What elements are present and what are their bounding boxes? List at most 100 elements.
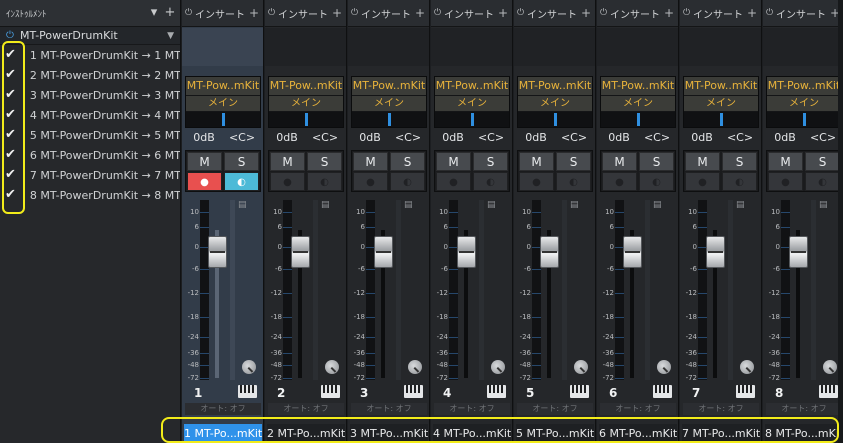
gain-value[interactable]: 0dB	[434, 130, 472, 146]
power-icon[interactable]: ⏻	[351, 8, 361, 18]
keyboard-icon[interactable]	[404, 385, 423, 398]
power-icon[interactable]: ⏻	[6, 30, 20, 41]
output-selector[interactable]: メイン	[186, 96, 260, 111]
pan-slider[interactable]	[684, 112, 758, 127]
record-arm-button[interactable]: ●	[685, 172, 720, 191]
pan-knob-icon[interactable]	[740, 360, 754, 374]
gain-value[interactable]: 0dB	[683, 130, 721, 146]
input-selector[interactable]: MT-Pow..mKit	[767, 77, 841, 95]
channel-name[interactable]: 8 MT-Po...mKit	[765, 424, 843, 443]
pan-value[interactable]: <C>	[223, 130, 261, 146]
output-selector[interactable]: メイン	[518, 96, 592, 111]
volume-fader-handle[interactable]	[374, 236, 393, 268]
pan-value[interactable]: <C>	[638, 130, 676, 146]
keyboard-icon[interactable]	[321, 385, 340, 398]
mute-button[interactable]: M	[768, 152, 803, 171]
channel-name[interactable]: 3 MT-Po...mKit	[350, 424, 428, 443]
automation-mode[interactable]: オート: オフ	[766, 403, 842, 415]
input-selector[interactable]: MT-Pow..mKit	[186, 77, 260, 95]
gain-value[interactable]: 0dB	[185, 130, 223, 146]
insert-slot-area[interactable]	[431, 28, 512, 66]
record-arm-button[interactable]: ●	[436, 172, 471, 191]
monitor-button[interactable]: ◐	[473, 172, 508, 191]
pan-knob-icon[interactable]	[823, 360, 837, 374]
gain-value[interactable]: 0dB	[600, 130, 638, 146]
checkmark-icon[interactable]: ✔	[5, 68, 16, 82]
insert-slot-area[interactable]	[680, 28, 761, 66]
output-row[interactable]: ✔ 7 MT-PowerDrumKit → 7 MT	[0, 165, 180, 185]
add-insert-icon[interactable]: +	[747, 6, 757, 20]
input-selector[interactable]: MT-Pow..mKit	[435, 77, 509, 95]
solo-button[interactable]: S	[473, 152, 508, 171]
input-selector[interactable]: MT-Pow..mKit	[518, 77, 592, 95]
power-icon[interactable]: ⏻	[185, 8, 195, 18]
record-arm-button[interactable]: ●	[353, 172, 388, 191]
input-selector[interactable]: MT-Pow..mKit	[684, 77, 758, 95]
insert-slot-area[interactable]	[265, 28, 346, 66]
channel-name[interactable]: 6 MT-Po...mKit	[599, 424, 677, 443]
insert-slot-area[interactable]	[763, 28, 843, 66]
checkmark-icon[interactable]: ✔	[5, 48, 16, 62]
output-selector[interactable]: メイン	[269, 96, 343, 111]
automation-mode[interactable]: オート: オフ	[517, 403, 593, 415]
pan-knob-icon[interactable]	[574, 360, 588, 374]
automation-mode[interactable]: オート: オフ	[185, 403, 261, 415]
add-insert-icon[interactable]: +	[415, 6, 425, 20]
keyboard-icon[interactable]	[487, 385, 506, 398]
gain-value[interactable]: 0dB	[351, 130, 389, 146]
record-arm-button[interactable]: ●	[768, 172, 803, 191]
volume-fader-handle[interactable]	[208, 236, 227, 268]
expand-grid-icon[interactable]: ▤	[653, 200, 664, 210]
power-icon[interactable]: ⏻	[517, 8, 527, 18]
pan-knob-icon[interactable]	[325, 360, 339, 374]
channel-name[interactable]: 4 MT-Po...mKit	[433, 424, 511, 443]
insert-header[interactable]: ⏻ インサート +	[182, 0, 263, 27]
keyboard-icon[interactable]	[819, 385, 838, 398]
insert-header[interactable]: ⏻ インサート +	[680, 0, 761, 27]
output-selector[interactable]: メイン	[435, 96, 509, 111]
solo-button[interactable]: S	[224, 152, 259, 171]
pan-slider[interactable]	[518, 112, 592, 127]
gain-value[interactable]: 0dB	[268, 130, 306, 146]
add-insert-icon[interactable]: +	[581, 6, 591, 20]
pan-value[interactable]: <C>	[804, 130, 842, 146]
mute-button[interactable]: M	[519, 152, 554, 171]
monitor-button[interactable]: ◐	[722, 172, 757, 191]
monitor-button[interactable]: ◐	[224, 172, 259, 191]
solo-button[interactable]: S	[722, 152, 757, 171]
solo-button[interactable]: S	[556, 152, 591, 171]
expand-grid-icon[interactable]: ▤	[819, 200, 830, 210]
add-insert-icon[interactable]: +	[332, 6, 342, 20]
insert-header[interactable]: ⏻ インサート +	[597, 0, 678, 27]
expand-grid-icon[interactable]: ▤	[404, 200, 415, 210]
pan-slider[interactable]	[435, 112, 509, 127]
insert-header[interactable]: ⏻ インサート +	[265, 0, 346, 27]
pan-slider[interactable]	[352, 112, 426, 127]
output-row[interactable]: ✔ 5 MT-PowerDrumKit → 5 MT	[0, 125, 180, 145]
output-row[interactable]: ✔ 4 MT-PowerDrumKit → 4 MT	[0, 105, 180, 125]
output-selector[interactable]: メイン	[767, 96, 841, 111]
record-arm-button[interactable]: ●	[187, 172, 222, 191]
insert-slot-area[interactable]	[348, 28, 429, 66]
power-icon[interactable]: ⏻	[434, 8, 444, 18]
keyboard-icon[interactable]	[653, 385, 672, 398]
automation-mode[interactable]: オート: オフ	[434, 403, 510, 415]
add-instrument-icon[interactable]: +	[164, 6, 176, 19]
record-arm-button[interactable]: ●	[270, 172, 305, 191]
power-icon[interactable]: ⏻	[683, 8, 693, 18]
chevron-down-icon[interactable]: ▼	[167, 31, 174, 41]
pan-knob-icon[interactable]	[657, 360, 671, 374]
output-row[interactable]: ✔ 3 MT-PowerDrumKit → 3 MT	[0, 85, 180, 105]
pan-slider[interactable]	[269, 112, 343, 127]
channel-name[interactable]: 1 MT-Po...mKit	[184, 424, 262, 443]
output-selector[interactable]: メイン	[684, 96, 758, 111]
output-selector[interactable]: メイン	[352, 96, 426, 111]
insert-header[interactable]: ⏻ インサート +	[514, 0, 595, 27]
pan-value[interactable]: <C>	[306, 130, 344, 146]
volume-fader-handle[interactable]	[706, 236, 725, 268]
monitor-button[interactable]: ◐	[390, 172, 425, 191]
pan-slider[interactable]	[767, 112, 841, 127]
output-selector[interactable]: メイン	[601, 96, 675, 111]
keyboard-icon[interactable]	[238, 385, 257, 398]
input-selector[interactable]: MT-Pow..mKit	[601, 77, 675, 95]
